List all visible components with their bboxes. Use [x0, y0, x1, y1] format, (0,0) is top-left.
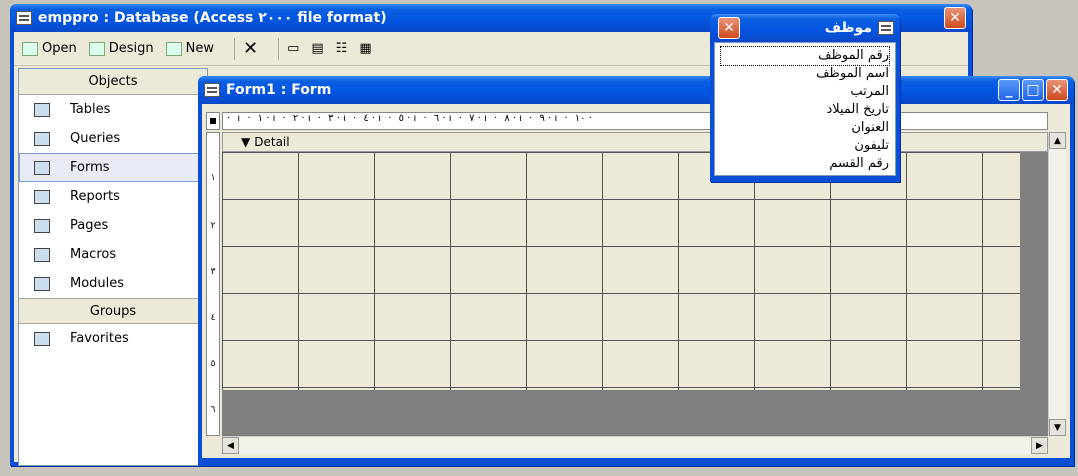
- field-list-title: موظف: [824, 20, 872, 36]
- groups-header[interactable]: Groups: [19, 298, 207, 324]
- object-queries[interactable]: Queries: [19, 124, 207, 153]
- design-button[interactable]: Design: [88, 41, 154, 56]
- field-item[interactable]: العنوان: [721, 119, 889, 137]
- detail-section-grid[interactable]: [222, 152, 1020, 390]
- form-background: [222, 390, 1048, 436]
- form-selector[interactable]: [206, 112, 220, 130]
- form-background: [1020, 152, 1048, 390]
- scroll-up-icon[interactable]: ▲: [1049, 132, 1066, 149]
- object-macros[interactable]: Macros: [19, 240, 207, 269]
- reports-icon: [34, 189, 50, 204]
- favorites-icon: [34, 331, 50, 346]
- large-icons-button[interactable]: ▭: [287, 41, 299, 56]
- field-item[interactable]: تاريخ الميلاد: [721, 101, 889, 119]
- close-icon[interactable]: ✕: [1046, 79, 1068, 101]
- section-arrow-icon: ▼: [241, 135, 251, 149]
- delete-button[interactable]: ✕: [243, 38, 258, 59]
- small-icons-button[interactable]: ▤: [311, 41, 323, 56]
- form-icon: [204, 83, 220, 97]
- scroll-right-icon[interactable]: ▶: [1031, 437, 1048, 454]
- database-icon: [16, 11, 32, 25]
- vertical-ruler[interactable]: ١ ٢ ٣ ٤ ٥ ٦: [206, 132, 220, 436]
- forms-icon: [34, 160, 50, 175]
- field-item[interactable]: تليفون: [721, 137, 889, 155]
- object-reports[interactable]: Reports: [19, 182, 207, 211]
- new-button[interactable]: New: [165, 41, 214, 56]
- field-list-window[interactable]: موظف ✕ رقم الموظف اسم الموظف المرتب تاري…: [710, 14, 900, 182]
- toolbar-separator: [278, 37, 280, 60]
- design-icon: [88, 41, 105, 56]
- form-window[interactable]: Form1 : Form _ □ ✕ · ı · ١ · ı · ٢ · ı ·…: [198, 76, 1074, 466]
- object-forms[interactable]: Forms: [19, 153, 207, 182]
- object-modules[interactable]: Modules: [19, 269, 207, 298]
- form-titlebar[interactable]: Form1 : Form _ □ ✕: [198, 76, 1074, 104]
- minimize-icon[interactable]: _: [998, 79, 1020, 101]
- field-item[interactable]: المرتب: [721, 83, 889, 101]
- field-item[interactable]: رقم القسم: [721, 155, 889, 173]
- field-list: رقم الموظف اسم الموظف المرتب تاريخ الميل…: [714, 42, 896, 176]
- database-close-icon[interactable]: ✕: [944, 7, 966, 29]
- pages-icon: [34, 218, 50, 233]
- objects-panel: Objects Tables Queries Forms Reports Pag…: [18, 68, 208, 466]
- queries-icon: [34, 131, 50, 146]
- object-tables[interactable]: Tables: [19, 95, 207, 124]
- new-icon: [165, 41, 182, 56]
- field-item[interactable]: رقم الموظف: [720, 46, 890, 66]
- open-icon: [22, 41, 38, 56]
- database-title: emppro : Database (Access ٢٠٠٠ file form…: [38, 10, 387, 26]
- list-button[interactable]: ☷: [336, 41, 348, 56]
- scroll-left-icon[interactable]: ◀: [222, 437, 239, 454]
- modules-icon: [34, 276, 50, 291]
- horizontal-scrollbar[interactable]: ◀ ▶: [222, 436, 1048, 454]
- field-list-close-icon[interactable]: ✕: [718, 17, 740, 39]
- group-favorites[interactable]: Favorites: [19, 324, 207, 353]
- maximize-icon[interactable]: □: [1022, 79, 1044, 101]
- toolbar-separator: [233, 37, 235, 60]
- form-title: Form1 : Form: [226, 82, 332, 98]
- details-button[interactable]: ▦: [359, 41, 371, 56]
- vertical-scrollbar[interactable]: ▲ ▼: [1048, 132, 1066, 436]
- field-item[interactable]: اسم الموظف: [721, 65, 889, 83]
- field-list-icon: [878, 21, 894, 35]
- macros-icon: [34, 247, 50, 262]
- objects-header[interactable]: Objects: [19, 69, 207, 95]
- field-list-titlebar[interactable]: موظف ✕: [710, 14, 900, 42]
- scroll-down-icon[interactable]: ▼: [1049, 419, 1066, 436]
- detail-section-header[interactable]: ▼ Detail: [222, 132, 1048, 152]
- object-pages[interactable]: Pages: [19, 211, 207, 240]
- horizontal-ruler[interactable]: · ı · ١ · ı · ٢ · ı · ٣ · ı · ٤ · ı · ٥ …: [222, 112, 1048, 130]
- tables-icon: [34, 102, 50, 117]
- open-button[interactable]: Open: [22, 41, 77, 56]
